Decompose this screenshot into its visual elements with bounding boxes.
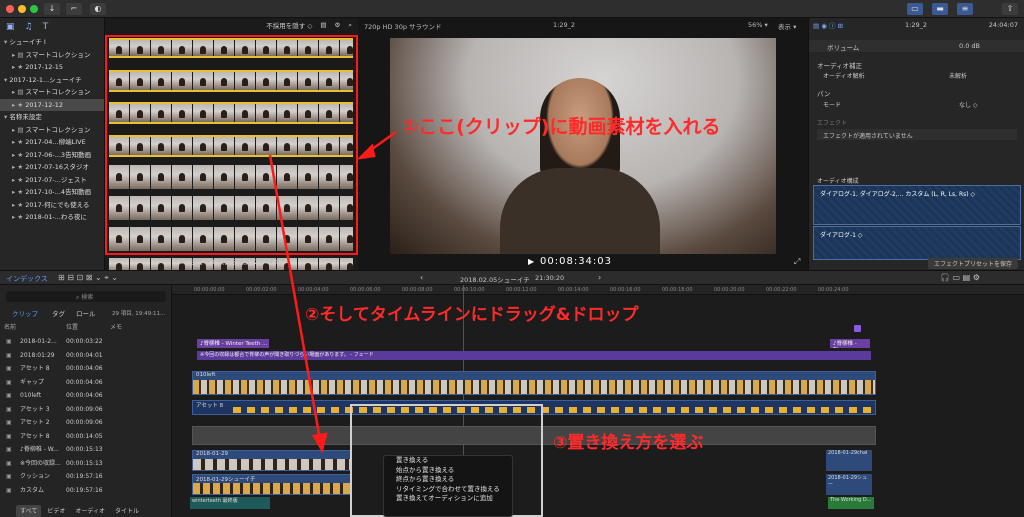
arrow-2-head [312, 432, 328, 454]
arrow-1-head [356, 143, 376, 160]
annotation-3: ③置き換え方を選ぶ [553, 433, 704, 453]
arrow-2-line [268, 154, 322, 441]
annotation-arrows [268, 130, 397, 454]
annotation-1: ①ここ(クリップ)に動画素材を入れる [402, 116, 721, 138]
annotation-2: ②そしてタイムラインにドラッグ&ドロップ [305, 305, 639, 325]
